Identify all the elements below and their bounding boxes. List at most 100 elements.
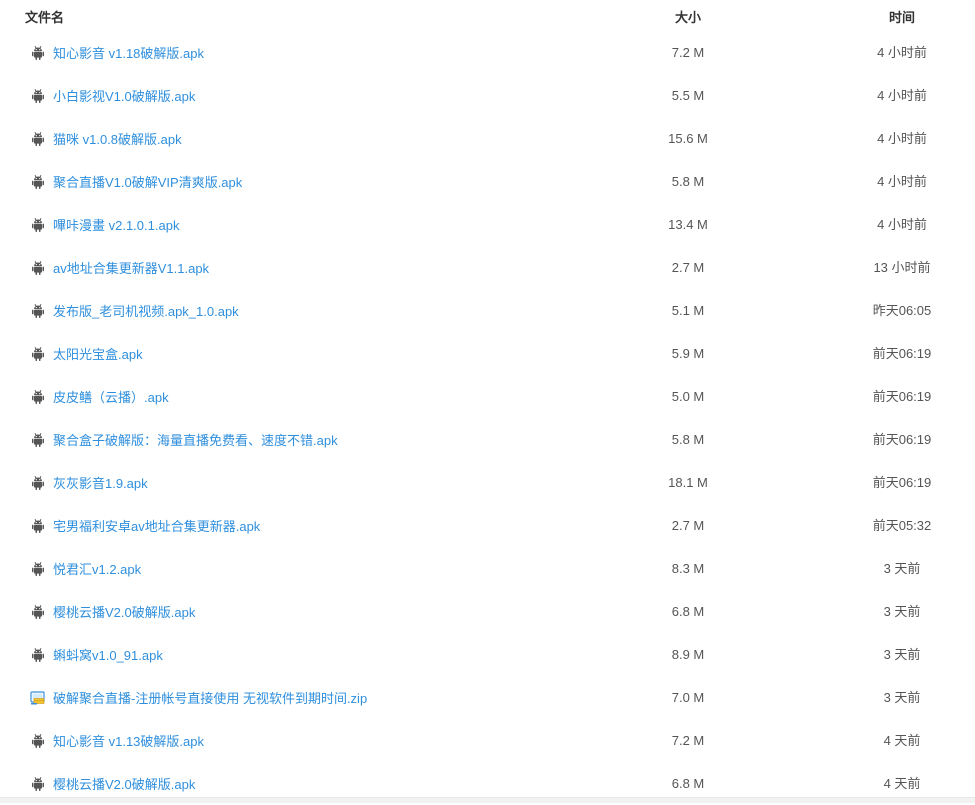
table-row: 聚合盒子破解版：海量直播免费看、速度不错.apk 5.8 M 前天06:19 [0, 418, 975, 461]
file-time: 3 天前 [883, 647, 921, 662]
name-cell: 灰灰影音1.9.apk [30, 461, 148, 504]
table-row: 小白影视V1.0破解版.apk 5.5 M 4 小时前 [0, 74, 975, 117]
file-size: 5.0 M [671, 389, 705, 404]
file-time: 前天06:19 [872, 432, 932, 447]
file-size: 5.8 M [671, 432, 705, 447]
table-row: 皮皮鳝（云播）.apk 5.0 M 前天06:19 [0, 375, 975, 418]
name-cell: 蝌蚪窝v1.0_91.apk [30, 633, 163, 676]
column-header-size[interactable]: 大小 [638, 7, 738, 26]
table-body: 知心影音 v1.18破解版.apk 7.2 M 4 小时前 小白影视V1.0破解… [0, 31, 975, 805]
file-time: 前天06:19 [872, 389, 932, 404]
android-icon [30, 776, 46, 792]
android-icon [30, 303, 46, 319]
file-time: 3 天前 [883, 561, 921, 576]
table-row: 樱桃云播V2.0破解版.apk 6.8 M 3 天前 [0, 590, 975, 633]
name-cell: 聚合盒子破解版：海量直播免费看、速度不错.apk [30, 418, 338, 461]
table-row: 猫咪 v1.0.8破解版.apk 15.6 M 4 小时前 [0, 117, 975, 160]
android-icon [30, 174, 46, 190]
file-name-link[interactable]: 破解聚合直播-注册帐号直接使用 无视软件到期时间.zip [53, 688, 367, 707]
name-cell: 聚合直播V1.0破解VIP清爽版.apk [30, 160, 242, 203]
file-name-link[interactable]: 太阳光宝盒.apk [53, 344, 143, 363]
bottom-scroll-strip [0, 797, 975, 803]
table-row: 知心影音 v1.13破解版.apk 7.2 M 4 天前 [0, 719, 975, 762]
file-size: 7.2 M [671, 733, 705, 748]
file-name-link[interactable]: 聚合直播V1.0破解VIP清爽版.apk [53, 172, 242, 191]
name-cell: 太阳光宝盒.apk [30, 332, 143, 375]
file-time: 13 小时前 [873, 260, 931, 275]
file-name-link[interactable]: 樱桃云播V2.0破解版.apk [53, 774, 195, 793]
column-header-time[interactable]: 时间 [852, 7, 952, 26]
android-icon [30, 647, 46, 663]
name-cell: 破解聚合直播-注册帐号直接使用 无视软件到期时间.zip [30, 676, 367, 719]
android-icon [30, 561, 46, 577]
file-time: 前天06:19 [872, 346, 932, 361]
file-name-link[interactable]: 发布版_老司机视频.apk_1.0.apk [53, 301, 239, 320]
android-icon [30, 518, 46, 534]
file-name-link[interactable]: 蝌蚪窝v1.0_91.apk [53, 645, 163, 664]
table-row: 破解聚合直播-注册帐号直接使用 无视软件到期时间.zip 7.0 M 3 天前 [0, 676, 975, 719]
file-size: 18.1 M [668, 475, 708, 490]
file-name-link[interactable]: 悦君汇v1.2.apk [53, 559, 141, 578]
column-header-name[interactable]: 文件名 [25, 7, 64, 26]
file-name-link[interactable]: 樱桃云播V2.0破解版.apk [53, 602, 195, 621]
file-name-link[interactable]: 宅男福利安卓av地址合集更新器.apk [53, 516, 260, 535]
android-icon [30, 389, 46, 405]
android-icon [30, 733, 46, 749]
file-time: 4 小时前 [877, 174, 927, 189]
file-time: 前天06:19 [872, 475, 932, 490]
table-row: 蝌蚪窝v1.0_91.apk 8.9 M 3 天前 [0, 633, 975, 676]
file-time: 前天05:32 [872, 518, 932, 533]
file-time: 4 小时前 [877, 45, 927, 60]
file-time: 3 天前 [883, 604, 921, 619]
android-icon [30, 604, 46, 620]
name-cell: 发布版_老司机视频.apk_1.0.apk [30, 289, 239, 332]
name-cell: 小白影视V1.0破解版.apk [30, 74, 195, 117]
file-size: 8.9 M [671, 647, 705, 662]
file-size: 8.3 M [671, 561, 705, 576]
file-size: 6.8 M [671, 604, 705, 619]
file-time: 4 天前 [883, 733, 921, 748]
android-icon [30, 217, 46, 233]
file-name-link[interactable]: av地址合集更新器V1.1.apk [53, 258, 209, 277]
file-list-table: 文件名 大小 时间 知心影音 v1.18破解版.apk 7.2 M 4 小时前 … [0, 0, 975, 805]
name-cell: 悦君汇v1.2.apk [30, 547, 141, 590]
file-time: 昨天06:05 [872, 303, 932, 318]
android-icon [30, 432, 46, 448]
file-size: 5.5 M [671, 88, 705, 103]
name-cell: 知心影音 v1.18破解版.apk [30, 31, 204, 74]
file-name-link[interactable]: 猫咪 v1.0.8破解版.apk [53, 129, 182, 148]
file-size: 2.7 M [671, 518, 705, 533]
file-size: 13.4 M [668, 217, 708, 232]
table-row: 灰灰影音1.9.apk 18.1 M 前天06:19 [0, 461, 975, 504]
name-cell: 猫咪 v1.0.8破解版.apk [30, 117, 182, 160]
file-time: 3 天前 [883, 690, 921, 705]
file-name-link[interactable]: 皮皮鳝（云播）.apk [53, 387, 169, 406]
file-time: 4 小时前 [877, 217, 927, 232]
android-icon [30, 260, 46, 276]
file-size: 7.0 M [671, 690, 705, 705]
android-icon [30, 45, 46, 61]
table-row: 发布版_老司机视频.apk_1.0.apk 5.1 M 昨天06:05 [0, 289, 975, 332]
file-name-link[interactable]: 小白影视V1.0破解版.apk [53, 86, 195, 105]
name-cell: av地址合集更新器V1.1.apk [30, 246, 209, 289]
file-name-link[interactable]: 知心影音 v1.13破解版.apk [53, 731, 204, 750]
file-name-link[interactable]: 知心影音 v1.18破解版.apk [53, 43, 204, 62]
file-size: 5.9 M [671, 346, 705, 361]
file-name-link[interactable]: 灰灰影音1.9.apk [53, 473, 148, 492]
file-name-link[interactable]: 嗶咔漫畫 v2.1.0.1.apk [53, 215, 179, 234]
name-cell: 皮皮鳝（云播）.apk [30, 375, 169, 418]
android-icon [30, 346, 46, 362]
file-name-link[interactable]: 聚合盒子破解版：海量直播免费看、速度不错.apk [53, 430, 338, 449]
file-time: 4 小时前 [877, 131, 927, 146]
file-size: 7.2 M [671, 45, 705, 60]
file-size: 2.7 M [671, 260, 705, 275]
table-row: 悦君汇v1.2.apk 8.3 M 3 天前 [0, 547, 975, 590]
table-row: 知心影音 v1.18破解版.apk 7.2 M 4 小时前 [0, 31, 975, 74]
name-cell: 樱桃云播V2.0破解版.apk [30, 590, 195, 633]
android-icon [30, 88, 46, 104]
file-time: 4 小时前 [877, 88, 927, 103]
zip-file-icon [30, 690, 46, 706]
android-icon [30, 475, 46, 491]
table-row: 聚合直播V1.0破解VIP清爽版.apk 5.8 M 4 小时前 [0, 160, 975, 203]
table-row: 太阳光宝盒.apk 5.9 M 前天06:19 [0, 332, 975, 375]
